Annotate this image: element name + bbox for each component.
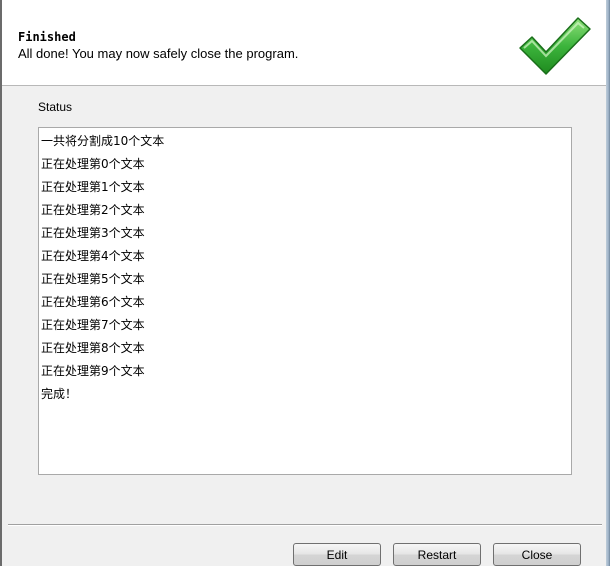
log-line: 一共将分割成10个文本 (41, 134, 165, 148)
log-line: 正在处理第3个文本 (41, 226, 145, 240)
log-line: 完成！ (41, 387, 78, 401)
log-line: 正在处理第9个文本 (41, 364, 145, 378)
checkmark-icon (519, 17, 591, 75)
log-line: 正在处理第0个文本 (41, 157, 145, 171)
status-label: Status (38, 100, 73, 114)
log-line: 正在处理第5个文本 (41, 272, 145, 286)
log-line: 正在处理第7个文本 (41, 318, 145, 332)
log-line: 正在处理第4个文本 (41, 249, 145, 263)
header-panel: Finished All done! You may now safely cl… (2, 0, 606, 86)
log-line: 正在处理第2个文本 (41, 203, 145, 217)
footer-divider (8, 524, 602, 526)
page-title: Finished (18, 30, 76, 44)
window-right-border (606, 0, 610, 566)
edit-button[interactable]: Edit (293, 543, 381, 566)
restart-button[interactable]: Restart (393, 543, 481, 566)
log-line: 正在处理第1个文本 (41, 180, 145, 194)
page-subtitle: All done! You may now safely close the p… (18, 46, 299, 61)
log-line: 正在处理第8个文本 (41, 341, 145, 355)
status-log[interactable]: 一共将分割成10个文本 正在处理第0个文本 正在处理第1个文本 正在处理第2个文… (38, 127, 572, 475)
log-line: 正在处理第6个文本 (41, 295, 145, 309)
close-button[interactable]: Close (493, 543, 581, 566)
